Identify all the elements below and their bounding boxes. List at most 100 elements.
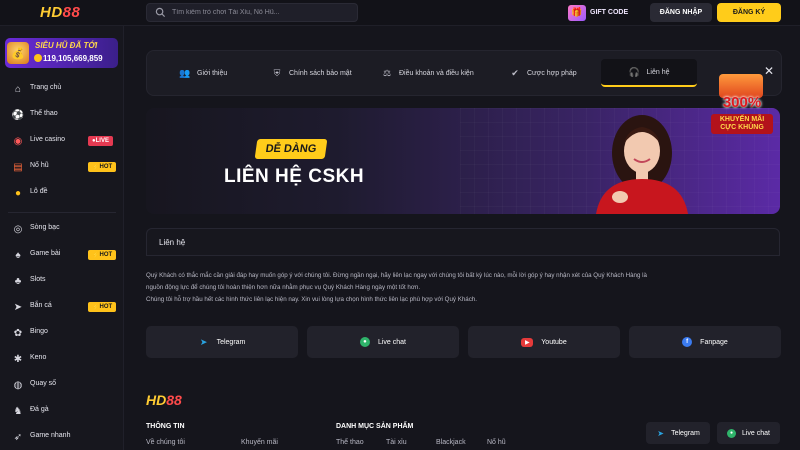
sidebar-item-home[interactable]: ⌂ Trang chủ	[0, 78, 124, 100]
footer-link-about[interactable]: Về chúng tôi	[146, 439, 185, 446]
sidebar-item-fishing[interactable]: ➤ Bắn cá ⚡ HOT	[0, 296, 124, 318]
hot-badge: ⚡ HOT	[88, 302, 117, 312]
slot-icon: ▤	[13, 161, 23, 173]
sidebar-item-cockfight[interactable]: ♞ Đá gà	[0, 400, 124, 422]
sidebar-item-slots-jackpot[interactable]: ▤ Nổ hũ ⚡ HOT	[0, 156, 124, 178]
tab-contact[interactable]: 🎧 Liên hệ	[601, 59, 697, 87]
tab-about[interactable]: 👥 Giới thiệu	[179, 59, 227, 87]
wheel-icon: ◍	[13, 379, 23, 391]
sidebar-item-label: Trang chủ	[30, 84, 62, 91]
sidebar-divider	[8, 212, 116, 213]
home-icon: ⌂	[14, 83, 22, 95]
footer-logo-hd: HD	[146, 392, 167, 408]
promo-text: KHUYẾN MÃI CỰC KHỦNG	[711, 114, 773, 134]
contact-heading: Liên hệ	[159, 238, 186, 247]
shield-icon: ⛨	[273, 67, 281, 78]
sidebar-item-label: Bắn cá	[30, 302, 52, 309]
hot-badge-text: HOT	[99, 164, 113, 170]
footer-link-blackjack[interactable]: Blackjack	[436, 439, 466, 446]
sidebar-item-label: Đá gà	[30, 406, 49, 413]
lottery-icon: ●	[14, 187, 22, 199]
telegram-icon: ➤	[657, 428, 664, 438]
coin-icon	[34, 54, 42, 62]
info-tabs: 👥 Giới thiệu ⛨ Chính sách bảo mật ⚖ Điều…	[146, 50, 782, 96]
hot-badge: ⚡ HOT	[88, 250, 117, 260]
tab-label: Cược hợp pháp	[527, 69, 577, 77]
tab-label: Điều khoản và điều kiện	[399, 69, 474, 77]
telegram-label: Telegram	[216, 338, 246, 346]
fanpage-label: Fanpage	[700, 338, 728, 346]
hot-badge-text: HOT	[99, 304, 113, 310]
sidebar-item-bingo[interactable]: ✿ Bingo	[0, 322, 124, 344]
footer-link-sports[interactable]: Thể thao	[336, 439, 364, 446]
sidebar-item-label: Bingo	[30, 328, 48, 335]
tab-terms[interactable]: ⚖ Điều khoản và điều kiện	[381, 59, 474, 87]
youtube-button[interactable]: ▶ Youtube	[468, 326, 620, 358]
search-box[interactable]	[146, 3, 358, 22]
tab-legal-betting[interactable]: ✔ Cược hợp pháp	[509, 59, 577, 87]
telegram-button[interactable]: ➤ Telegram	[146, 326, 298, 358]
footer-info-heading: THÔNG TIN	[146, 423, 185, 430]
jackpot-banner[interactable]: 💰 SIÊU HŨ ĐÃ TỚI 119,105,669,859	[5, 38, 118, 68]
live-badge-text: LIVE	[95, 138, 109, 144]
search-input[interactable]	[172, 5, 352, 20]
tab-label: Liên hệ	[646, 68, 670, 76]
sidebar-item-quick-games[interactable]: ➶ Game nhanh	[0, 426, 124, 448]
casino-chip-icon: ◎	[13, 223, 23, 235]
tab-privacy[interactable]: ⛨ Chính sách bảo mật	[271, 59, 352, 87]
contact-text-line-3: Chúng tôi hỗ trợ hầu hết các hình thức l…	[146, 296, 477, 303]
hot-badge: ⚡ HOT	[88, 162, 117, 172]
keno-icon: ✱	[13, 353, 23, 365]
sidebar-item-label: Live casino	[30, 136, 66, 143]
jackpot-title: SIÊU HŨ ĐÃ TỚI	[35, 41, 98, 50]
gift-code-button[interactable]: 🎁 GIFT CODE	[568, 3, 640, 22]
footer-telegram-button[interactable]: ➤ Telegram	[646, 422, 710, 444]
promo-badge[interactable]: 300% KHUYẾN MÃI CỰC KHỦNG	[705, 74, 779, 142]
jackpot-value: 119,105,669,859	[43, 54, 103, 63]
support-agent-image	[596, 115, 688, 214]
live-chat-label: Live chat	[377, 338, 407, 346]
tab-label: Giới thiệu	[197, 69, 228, 77]
sidebar-item-sports[interactable]: ⚽ Thể thao	[0, 104, 124, 126]
tab-label: Chính sách bảo mật	[289, 69, 352, 77]
top-bar: HD88 🎁 GIFT CODE ĐĂNG NHẬP ĐĂNG KÝ	[0, 0, 800, 26]
search-icon	[155, 7, 166, 18]
promo-percent: 300%	[722, 94, 762, 111]
footer-link-promotions[interactable]: Khuyến mãi	[241, 439, 278, 446]
sidebar-item-label: Game bài	[30, 250, 61, 257]
sidebar-item-lottery[interactable]: ● Lô đề	[0, 182, 124, 204]
site-logo[interactable]: HD88	[40, 4, 80, 21]
check-circle-icon: ✔	[511, 67, 519, 78]
roulette-icon: ◉	[13, 135, 23, 147]
fanpage-button[interactable]: f Fanpage	[629, 326, 781, 358]
contact-text-line-1: Quý Khách có thắc mắc cần giải đáp hay m…	[146, 272, 647, 279]
footer-link-taixiu[interactable]: Tài xỉu	[386, 439, 407, 446]
sidebar-item-casino[interactable]: ◎ Sòng bạc	[0, 218, 124, 240]
footer-live-chat-button[interactable]: ● Live chat	[717, 422, 780, 444]
promo-text-line-2: CỰC KHỦNG	[720, 124, 764, 131]
sidebar-item-label: Thể thao	[30, 110, 58, 117]
rooster-icon: ♞	[13, 405, 23, 417]
sidebar-item-slots[interactable]: ♣ Slots	[0, 270, 124, 292]
chat-icon: ●	[359, 337, 370, 347]
soccer-ball-icon: ⚽	[11, 109, 25, 121]
headset-icon: 🎧	[628, 66, 641, 77]
logo-hd-text: HD	[40, 4, 63, 21]
contact-section-header: Liên hệ	[146, 228, 780, 256]
sidebar-item-number-draw[interactable]: ◍ Quay số	[0, 374, 124, 396]
rocket-icon: ➶	[13, 431, 23, 443]
gift-icon: 🎁	[568, 4, 586, 21]
register-button[interactable]: ĐĂNG KÝ	[717, 3, 781, 22]
sidebar-item-live-casino[interactable]: ◉ Live casino ● LIVE	[0, 130, 124, 152]
hot-badge-text: HOT	[99, 252, 113, 258]
sidebar: 💰 SIÊU HŨ ĐÃ TỚI 119,105,669,859 ⌂ Trang…	[0, 26, 124, 450]
footer-link-jackpot[interactable]: Nổ hũ	[487, 439, 506, 446]
sidebar-item-keno[interactable]: ✱ Keno	[0, 348, 124, 370]
footer-logo[interactable]: HD88	[146, 392, 182, 408]
sidebar-item-label: Keno	[30, 354, 47, 361]
footer-telegram-label: Telegram	[671, 429, 700, 437]
live-chat-button[interactable]: ● Live chat	[307, 326, 459, 358]
login-button[interactable]: ĐĂNG NHẬP	[650, 3, 712, 22]
cherry-icon: ♣	[14, 275, 22, 287]
sidebar-item-card-games[interactable]: ♠ Game bài ⚡ HOT	[0, 244, 124, 266]
